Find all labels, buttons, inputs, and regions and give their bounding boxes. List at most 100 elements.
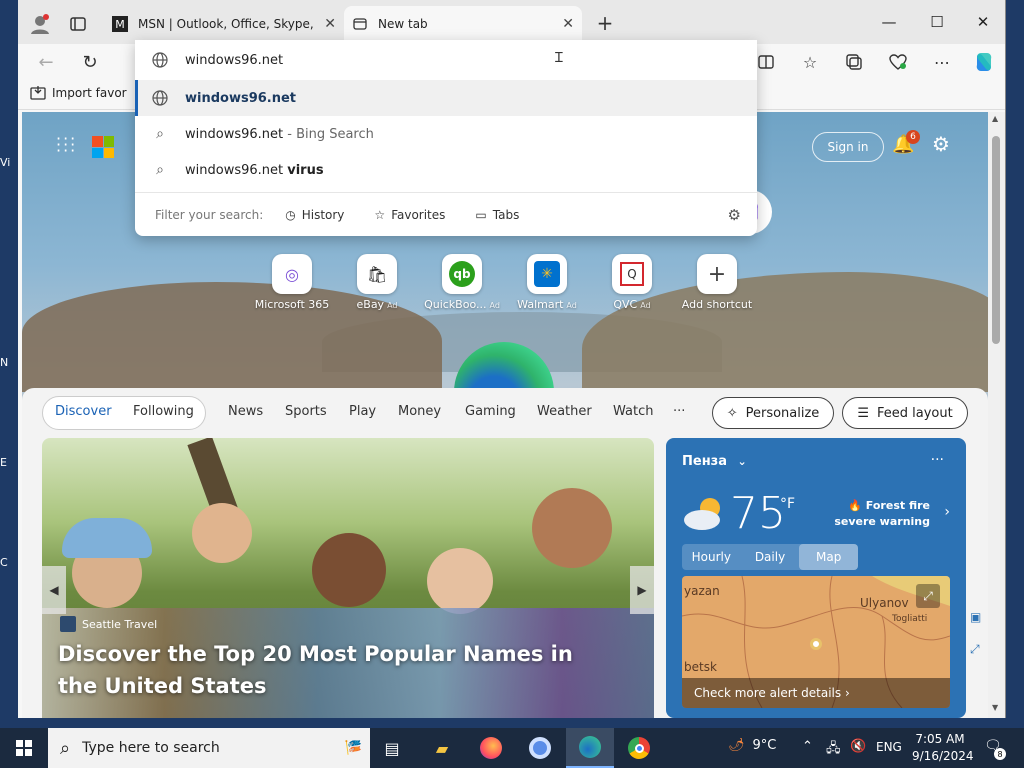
page-scrollbar[interactable]: ▲ ▼ bbox=[988, 112, 1005, 718]
feed-layout-button[interactable]: ☰ Feed layout bbox=[842, 397, 968, 429]
tab-play[interactable]: Play bbox=[349, 404, 376, 419]
shortcut-walmart[interactable]: ✳ Walmart Ad bbox=[507, 254, 587, 311]
language-indicator[interactable]: ENG bbox=[876, 740, 902, 754]
suggestion-bing-search[interactable]: ⌕ windows96.net - Bing Search bbox=[135, 116, 757, 152]
settings-icon[interactable]: ⚙ bbox=[932, 132, 950, 156]
collections-icon[interactable] bbox=[842, 50, 866, 74]
tab-msn[interactable]: M MSN | Outlook, Office, Skype, Bing ✕ bbox=[104, 6, 344, 42]
tab-map[interactable]: Map bbox=[799, 544, 859, 570]
task-view-icon[interactable]: ▤ bbox=[378, 734, 406, 762]
more-tabs-button[interactable]: ··· bbox=[673, 404, 685, 419]
qvc-icon: Q bbox=[612, 254, 652, 294]
tab-actions-icon[interactable] bbox=[66, 12, 90, 36]
tab-following[interactable]: Following bbox=[133, 404, 194, 419]
show-hidden-icons-icon[interactable]: ⌃ bbox=[802, 739, 813, 754]
history-icon: ◷ bbox=[285, 207, 296, 222]
side-expand-icon[interactable]: ⤢ bbox=[970, 642, 980, 657]
tab-new-tab[interactable]: New tab ✕ bbox=[344, 6, 582, 42]
shortcut-label: eBay bbox=[356, 298, 385, 311]
copilot-icon[interactable] bbox=[970, 48, 998, 76]
carousel-prev-button[interactable]: ◀ bbox=[42, 566, 66, 614]
expand-map-icon[interactable]: ⤢ bbox=[916, 584, 940, 608]
split-screen-icon[interactable] bbox=[754, 50, 778, 74]
weather-alert[interactable]: 🔥 Forest fire severe warning bbox=[834, 498, 930, 530]
shortcut-microsoft365[interactable]: ◎ Microsoft 365 bbox=[252, 254, 332, 311]
tab-daily[interactable]: Daily bbox=[741, 544, 800, 570]
app-launcher-icon[interactable]: ··· ··· ··· bbox=[56, 131, 77, 159]
close-window-button[interactable]: ✕ bbox=[960, 8, 1005, 36]
shortcut-quickbooks[interactable]: qb QuickBoo... Ad bbox=[422, 254, 502, 311]
close-tab-icon[interactable]: ✕ bbox=[324, 16, 336, 32]
tab-hourly[interactable]: Hourly bbox=[682, 544, 741, 570]
carousel-next-button[interactable]: ▶ bbox=[630, 566, 654, 614]
filter-history[interactable]: ◷ History bbox=[285, 208, 344, 222]
desktop-icon-label[interactable]: N bbox=[0, 356, 18, 369]
back-icon[interactable]: ← bbox=[34, 50, 58, 74]
suggestion-url[interactable]: windows96.net bbox=[135, 80, 757, 116]
add-shortcut-button[interactable]: + Add shortcut bbox=[677, 254, 757, 311]
suggestion-bold: virus bbox=[287, 162, 324, 178]
more-options-icon[interactable]: ··· bbox=[931, 452, 944, 468]
edge-icon[interactable] bbox=[566, 728, 614, 768]
maximize-button[interactable]: ☐ bbox=[914, 8, 960, 36]
tab-news[interactable]: News bbox=[228, 404, 263, 419]
suggestion-search[interactable]: ⌕ windows96.net virus bbox=[135, 152, 757, 188]
scroll-up-icon[interactable]: ▲ bbox=[992, 114, 998, 123]
personalize-button[interactable]: ✧ Personalize bbox=[712, 397, 834, 429]
scroll-down-icon[interactable]: ▼ bbox=[992, 703, 998, 712]
new-tab-button[interactable]: + bbox=[592, 10, 618, 36]
tab-discover[interactable]: Discover bbox=[55, 404, 112, 419]
article-title[interactable]: Discover the Top 20 Most Popular Names i… bbox=[58, 638, 618, 702]
import-icon bbox=[30, 86, 46, 100]
close-tab-icon[interactable]: ✕ bbox=[562, 16, 574, 32]
hero-article-card[interactable]: ◀ ▶ Seattle Travel Discover the Top 20 M… bbox=[42, 438, 654, 718]
search-icon: ⌕ bbox=[156, 162, 164, 178]
shortcut-label: QVC bbox=[613, 298, 638, 311]
search-settings-icon[interactable]: ⚙ bbox=[728, 206, 741, 224]
address-input[interactable]: windows96.net bbox=[185, 53, 283, 68]
tab-sports[interactable]: Sports bbox=[285, 404, 327, 419]
desktop-icon-label[interactable]: E bbox=[0, 456, 18, 469]
import-favorites-button[interactable]: Import favor bbox=[30, 86, 127, 100]
tab-watch[interactable]: Watch bbox=[613, 404, 653, 419]
minimize-button[interactable]: — bbox=[866, 8, 912, 36]
clock[interactable]: 7:05 AM 9/16/2024 bbox=[912, 731, 974, 765]
address-input-row[interactable]: windows96.net Ɪ bbox=[135, 42, 757, 78]
chevron-right-icon[interactable]: › bbox=[944, 504, 950, 520]
sliders-icon: ☰ bbox=[857, 405, 869, 421]
weather-map[interactable]: yazan Ulyanov Togliatti betsk ⤢ Check mo… bbox=[682, 576, 950, 708]
refresh-icon[interactable]: ↻ bbox=[78, 50, 102, 74]
shortcut-ebay[interactable]: 🛍 eBay Ad bbox=[337, 254, 417, 311]
alert-details-link[interactable]: Check more alert details › bbox=[682, 678, 950, 708]
weather-widget[interactable]: 🌶 9°C bbox=[728, 738, 776, 753]
tab-gaming[interactable]: Gaming bbox=[465, 404, 516, 419]
desktop-icon-label[interactable]: Vi bbox=[0, 156, 18, 169]
shortcut-qvc[interactable]: Q QVC Ad bbox=[592, 254, 672, 311]
start-button[interactable] bbox=[10, 734, 38, 762]
scrollbar-thumb[interactable] bbox=[992, 136, 1000, 344]
taskbar-search-box[interactable]: ⌕ Type here to search 🎏 bbox=[48, 728, 370, 768]
city-name: Пенза bbox=[682, 454, 728, 469]
desktop-icon-label[interactable]: C bbox=[0, 556, 18, 569]
volume-muted-icon[interactable]: 🔇 bbox=[850, 739, 866, 754]
profile-icon[interactable] bbox=[28, 12, 52, 36]
article-source: Seattle Travel bbox=[60, 616, 157, 632]
side-image-icon[interactable]: ▣ bbox=[970, 610, 981, 624]
sign-in-button[interactable]: Sign in bbox=[812, 132, 884, 162]
microsoft-logo bbox=[92, 136, 114, 158]
chrome-icon[interactable] bbox=[625, 734, 653, 762]
more-menu-icon[interactable]: ⋯ bbox=[930, 50, 954, 74]
filter-favorites[interactable]: ☆ Favorites bbox=[374, 208, 445, 222]
filter-tabs[interactable]: ▭ Tabs bbox=[475, 208, 519, 222]
tab-money[interactable]: Money bbox=[398, 404, 441, 419]
weather-location[interactable]: Пенза ⌄ bbox=[682, 454, 747, 469]
tab-weather[interactable]: Weather bbox=[537, 404, 592, 419]
weather-card[interactable]: Пенза ⌄ ··· 75 °F 🔥 Forest fire severe w… bbox=[666, 438, 966, 718]
favorites-icon[interactable]: ☆ bbox=[798, 50, 822, 74]
chromium-icon[interactable] bbox=[526, 734, 554, 762]
microsoft365-icon: ◎ bbox=[272, 254, 312, 294]
browser-essentials-icon[interactable] bbox=[886, 50, 910, 74]
file-explorer-icon[interactable]: ▰ bbox=[428, 734, 456, 762]
firefox-icon[interactable] bbox=[477, 734, 505, 762]
network-icon[interactable]: 🖧 bbox=[826, 739, 841, 761]
